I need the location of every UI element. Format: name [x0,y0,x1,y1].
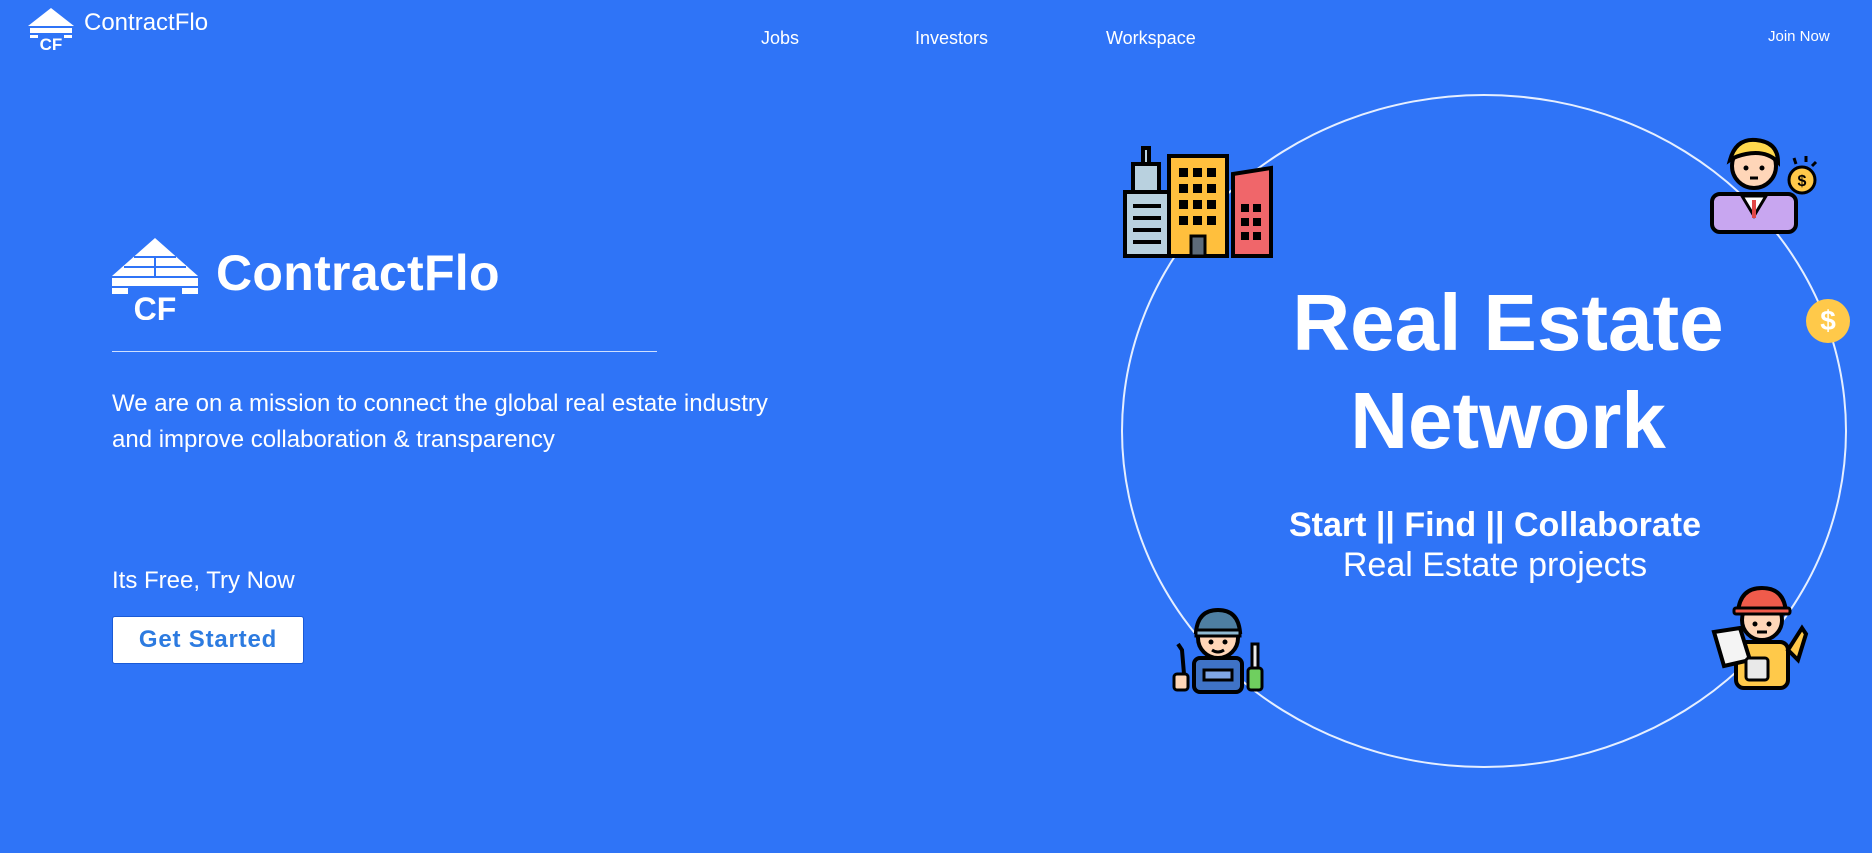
headline-line2: Network [1350,376,1666,465]
investor-icon: $ [1710,137,1818,234]
top-navigation: CF ContractFlo Jobs Investors Workspace … [0,0,1872,60]
svg-text:$: $ [1798,173,1807,190]
brand[interactable]: CF ContractFlo [28,8,208,50]
nav-investors[interactable]: Investors [915,28,988,49]
divider [112,351,657,352]
headline-line1: Real Estate [1292,278,1724,367]
mission-statement: We are on a mission to connect the globa… [112,390,768,453]
buildings-icon [1123,146,1273,258]
contractflo-logo-icon: CF [28,8,74,50]
hero-title: ContractFlo [216,245,500,301]
nav-workspace[interactable]: Workspace [1106,28,1196,49]
svg-text:CF: CF [134,291,177,320]
nav-jobs[interactable]: Jobs [761,28,799,49]
dollar-coin-icon: $ [1806,299,1850,343]
get-started-button[interactable]: Get Started [112,616,304,664]
free-try-text: Its Free, Try Now [112,567,295,594]
headline: Real Estate Network [1208,274,1808,470]
svg-text:CF: CF [40,35,63,50]
contractflo-logo-icon: CF [112,238,198,320]
hero-logo: CF ContractFlo [112,238,500,320]
tagline-projects: Real Estate projects [1342,546,1648,584]
tagline: Start || Find || Collaborate [1288,506,1702,544]
join-now-link[interactable]: Join Now [1768,28,1830,45]
engineer-icon [1711,585,1809,690]
brand-name: ContractFlo [84,9,209,36]
worker-icon [1172,607,1264,694]
